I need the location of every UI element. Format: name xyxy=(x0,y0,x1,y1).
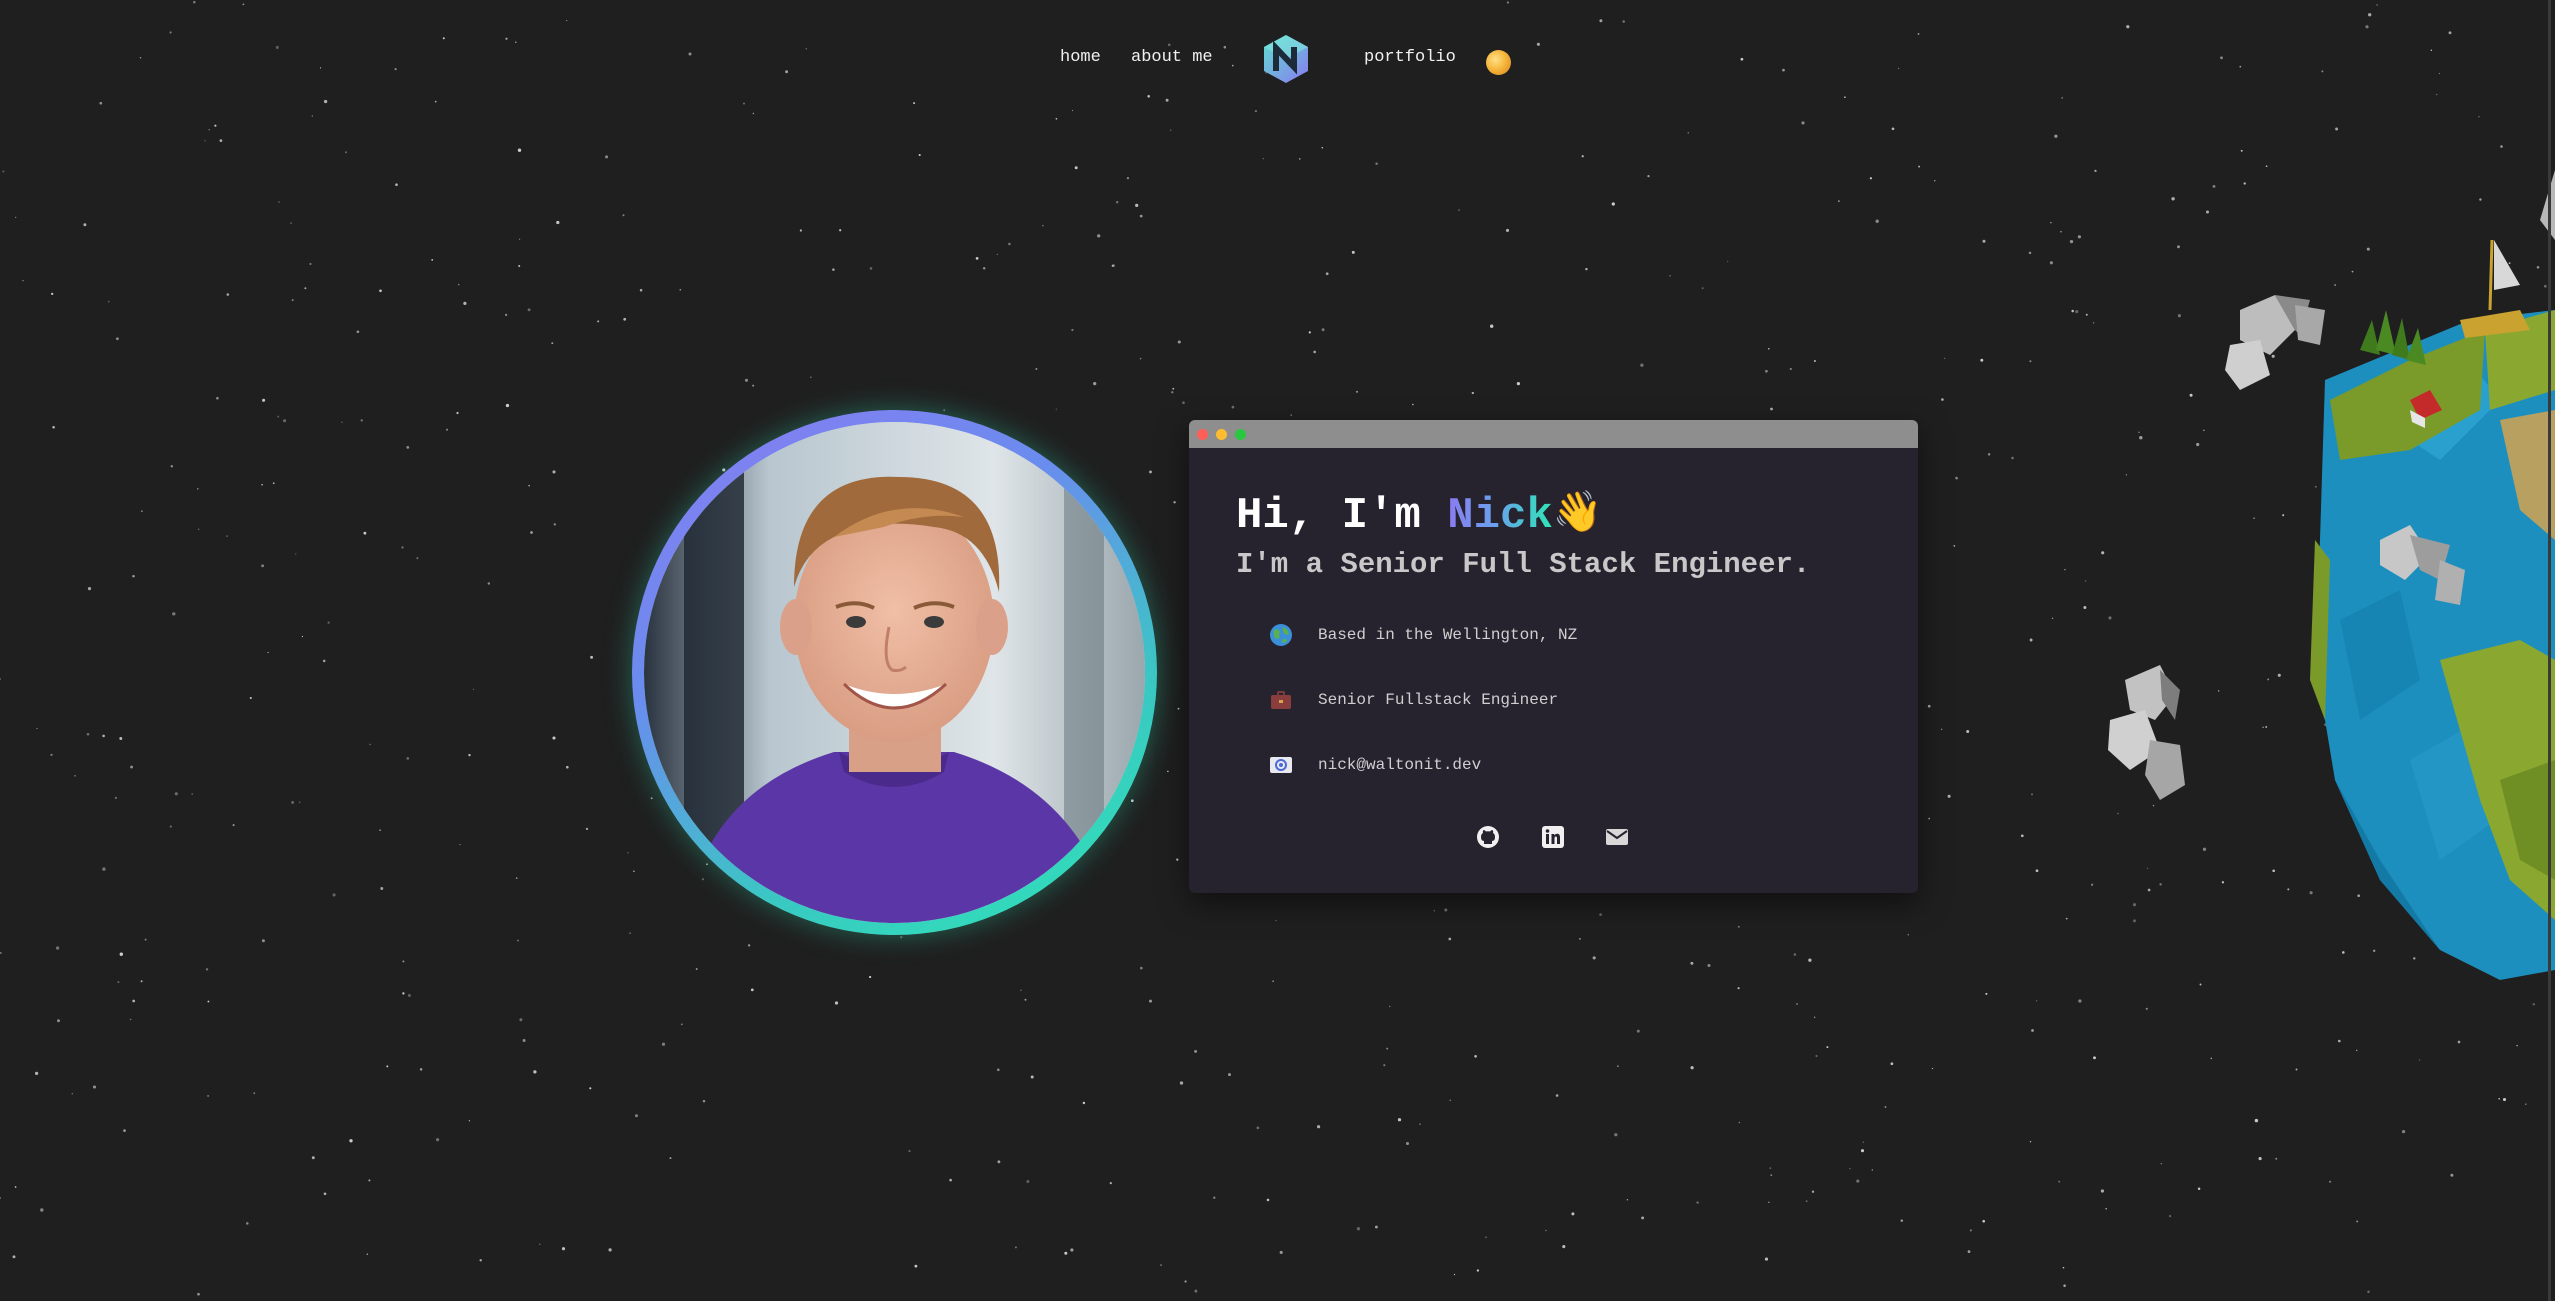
low-poly-planet-illustration xyxy=(2108,170,2555,980)
avatar-photo xyxy=(644,422,1145,923)
window-close-dot xyxy=(1197,429,1208,440)
subtitle: I'm a Senior Full Stack Engineer. xyxy=(1236,548,1811,581)
scrollbar-edge xyxy=(2548,0,2551,1301)
email-icon xyxy=(1268,752,1294,778)
top-nav: home about me portfolio xyxy=(0,0,2555,120)
nav-portfolio-link[interactable]: portfolio xyxy=(1364,48,1456,67)
email-text[interactable]: nick@waltonit.dev xyxy=(1318,756,1481,774)
logo-icon[interactable] xyxy=(1262,34,1310,84)
window-minimize-dot xyxy=(1216,429,1227,440)
globe-icon xyxy=(1268,622,1294,648)
mail-icon[interactable] xyxy=(1603,823,1631,851)
info-row-location: Based in the Wellington, NZ xyxy=(1268,620,1577,650)
greeting-name: Nick xyxy=(1447,491,1553,541)
info-row-email[interactable]: nick@waltonit.dev xyxy=(1268,750,1481,780)
window-titlebar xyxy=(1189,420,1918,448)
greeting-prefix: Hi, I'm xyxy=(1236,491,1448,541)
greeting-heading: Hi, I'm Nick👋 xyxy=(1236,488,1603,541)
intro-card: Hi, I'm Nick👋 I'm a Senior Full Stack En… xyxy=(1189,420,1918,893)
avatar-ring xyxy=(632,410,1157,935)
briefcase-icon xyxy=(1268,687,1294,713)
page: home about me portfolio Hi, I'm Nick👋 I'… xyxy=(0,0,2555,1301)
github-icon[interactable] xyxy=(1474,823,1502,851)
nav-home-link[interactable]: home xyxy=(1060,48,1101,67)
nav-about-link[interactable]: about me xyxy=(1131,48,1213,67)
role-text: Senior Fullstack Engineer xyxy=(1318,691,1559,709)
linkedin-icon[interactable] xyxy=(1539,823,1567,851)
theme-toggle-sun-icon[interactable] xyxy=(1486,50,1511,75)
location-text: Based in the Wellington, NZ xyxy=(1318,626,1578,644)
info-row-role: Senior Fullstack Engineer xyxy=(1268,685,1558,715)
social-links xyxy=(1189,823,1918,853)
window-maximize-dot xyxy=(1235,429,1246,440)
wave-hand-icon: 👋 xyxy=(1552,493,1603,538)
